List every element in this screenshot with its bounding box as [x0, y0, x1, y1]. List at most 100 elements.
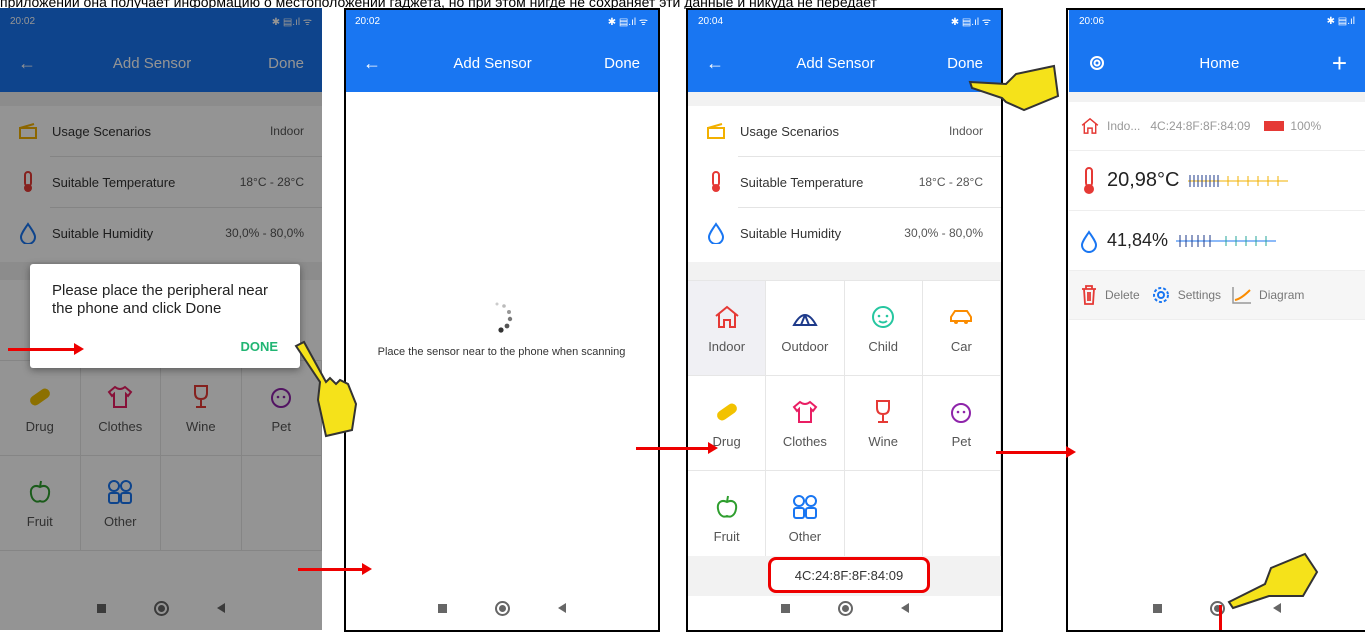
spacer — [688, 92, 1001, 106]
humidity-row: Suitable Humidity 30,0% - 80,0% — [688, 208, 1001, 258]
scenario-label: Outdoor — [781, 338, 829, 354]
home-empty-area — [1069, 320, 1365, 580]
wine-glass-icon — [876, 399, 891, 423]
scenario-fruit[interactable]: Fruit — [688, 471, 767, 566]
status-time: 20:02 — [355, 15, 381, 27]
add-sensor-button[interactable]: + — [1332, 50, 1347, 76]
status-icons: ✱ ▤.ıl ᯤ — [950, 17, 991, 28]
delete-action[interactable]: Delete — [1079, 284, 1140, 306]
shirt-icon — [792, 400, 818, 423]
status-icons: ✱ ▤.ıl ᯤ — [607, 17, 648, 28]
water-drop-icon — [707, 222, 725, 244]
temperature-reading: 20,98°C — [1069, 150, 1365, 210]
scenario-indoor[interactable]: Indoor — [688, 281, 767, 376]
home-icon[interactable] — [494, 600, 510, 616]
red-arrow — [636, 442, 718, 454]
recents-icon[interactable] — [1153, 603, 1162, 613]
empty-cell — [922, 471, 1001, 566]
row-label: Suitable Humidity — [740, 225, 842, 241]
dialog-message: Please place the peripheral near the pho… — [52, 282, 268, 317]
scenario-outdoor[interactable]: Outdoor — [766, 281, 845, 376]
settings-gear-icon — [1152, 287, 1169, 303]
sensor-actions: Delete Settings Diagram — [1069, 270, 1365, 320]
status-bar: 20:02 ✱ ▤.ıl ᯤ — [345, 8, 658, 34]
recents-icon[interactable] — [437, 603, 447, 613]
house-icon — [1081, 117, 1099, 134]
back-icon[interactable] — [557, 603, 566, 613]
humidity-reading: 41,84% — [1069, 210, 1365, 270]
page-title: Home — [1199, 54, 1240, 72]
house-icon — [714, 305, 739, 328]
row-value: Indoor — [948, 124, 983, 138]
scenario-pet[interactable]: Pet — [922, 376, 1001, 471]
scenario-car[interactable]: Car — [922, 281, 1001, 376]
row-label: Usage Scenarios — [740, 123, 839, 139]
dialog-done-button[interactable]: DONE — [240, 339, 278, 354]
app-bar: ← Add Sensor Done — [345, 34, 658, 92]
sensor-header-row[interactable]: Indo... 4C:24:8F:8F:84:09 100% — [1069, 102, 1365, 150]
red-arrow — [298, 563, 372, 575]
system-nav-bar — [688, 586, 1001, 630]
place-peripheral-dialog: Please place the peripheral near the pho… — [30, 264, 300, 368]
status-bar: 20:06 ✱ ▤.ıl — [1069, 8, 1365, 34]
back-arrow-icon[interactable]: ← — [706, 53, 724, 74]
info-rows: Usage Scenarios Indoor Suitable Temperat… — [688, 106, 1001, 258]
scenario-drug[interactable]: Drug — [688, 376, 767, 471]
scenario-child[interactable]: Child — [844, 281, 923, 376]
row-value: 30,0% - 80,0% — [904, 226, 983, 240]
system-nav-bar — [345, 586, 658, 630]
row-value: 18°C - 28°C — [918, 175, 983, 189]
temperature-value: 20,98°C — [1107, 169, 1180, 191]
screen-add-sensor-dialog: 20:02 ✱ ▤.ıl ᯤ ← Add Sensor Done Usage S… — [0, 8, 322, 630]
pointing-hand-icon — [294, 340, 358, 438]
tent-icon — [792, 313, 818, 326]
home-icon[interactable] — [1210, 600, 1225, 616]
scanning-hint: Place the sensor near to the phone when … — [377, 346, 626, 358]
chart-line-icon — [1232, 287, 1252, 304]
status-time: 20:04 — [698, 15, 724, 27]
status-bar: 20:04 ✱ ▤.ıl ᯤ — [688, 8, 1001, 34]
scenario-label: Indoor — [708, 338, 746, 354]
red-arrow-vertical — [1219, 605, 1222, 630]
back-icon[interactable] — [900, 603, 909, 613]
scanning-area: Place the sensor near to the phone when … — [345, 298, 658, 358]
home-icon[interactable] — [837, 600, 853, 616]
red-arrow — [8, 343, 84, 355]
empty-cell — [844, 471, 923, 566]
app-bar: ← Add Sensor Done — [688, 34, 1001, 92]
screen-add-sensor-detected: 20:04 ✱ ▤.ıl ᯤ ← Add Sensor Done Usage S… — [688, 8, 1001, 630]
screen-scanning: 20:02 ✱ ▤.ıl ᯤ ← Add Sensor Done Place t… — [345, 8, 658, 630]
scenario-label: Clothes — [782, 433, 827, 449]
settings-action[interactable]: Settings — [1150, 284, 1221, 306]
grid-other-icon — [792, 494, 817, 519]
scenario-label: Child — [868, 338, 898, 354]
temperature-row: Suitable Temperature 18°C - 28°C — [688, 157, 1001, 207]
humidity-scale-icon — [1176, 234, 1277, 247]
settings-gear-icon[interactable] — [1087, 53, 1107, 73]
diagram-label: Diagram — [1259, 288, 1305, 302]
apple-icon — [716, 495, 737, 518]
battery-icon — [1264, 121, 1285, 131]
settings-label: Settings — [1177, 288, 1222, 302]
status-icons: ✱ ▤.ıl — [1326, 15, 1355, 27]
pointing-hand-icon — [1227, 552, 1319, 610]
status-time: 20:06 — [1079, 15, 1105, 27]
scenario-grid: Indoor Outdoor Child Car Drug Clothes Wi… — [688, 280, 1001, 566]
screen-home: 20:06 ✱ ▤.ıl Home + Indo... 4C:24:8F:8F:… — [1069, 8, 1365, 630]
sensor-mac: 4C:24:8F:8F:84:09 — [1150, 119, 1251, 133]
diagram-action[interactable]: Diagram — [1231, 285, 1304, 305]
done-button[interactable]: Done — [604, 55, 640, 72]
scenario-label: Other — [788, 528, 822, 544]
recents-icon[interactable] — [780, 603, 790, 613]
back-arrow-icon[interactable]: ← — [363, 53, 381, 74]
child-face-icon — [872, 305, 895, 328]
thermometer-icon — [712, 171, 720, 192]
scenario-other[interactable]: Other — [766, 471, 845, 566]
trash-icon — [1082, 285, 1096, 305]
page-title: Add Sensor — [796, 54, 875, 72]
scenario-clothes[interactable]: Clothes — [766, 376, 845, 471]
pet-icon — [951, 402, 972, 423]
water-drop-icon — [1080, 229, 1098, 253]
scenario-wine[interactable]: Wine — [844, 376, 923, 471]
temperature-scale-icon — [1187, 174, 1288, 187]
